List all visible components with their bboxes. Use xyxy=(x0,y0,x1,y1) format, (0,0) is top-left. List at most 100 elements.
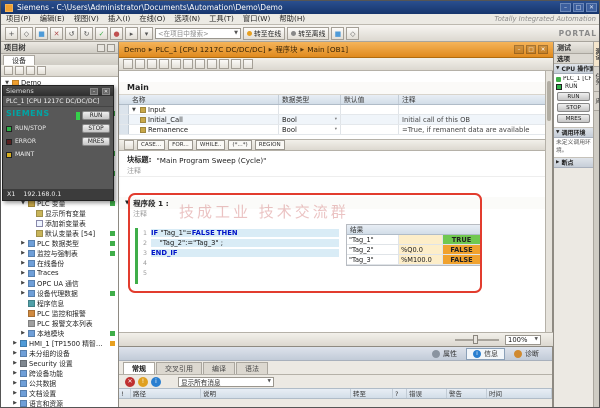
tab-devices[interactable]: 设备 xyxy=(3,55,35,65)
column-header-0[interactable]: 名称 xyxy=(129,95,279,104)
expand-icon[interactable]: ▶ xyxy=(20,330,26,336)
message-column-header-5[interactable]: 错误 xyxy=(407,389,447,398)
ladder-icon[interactable] xyxy=(147,59,157,69)
panel-minimize-icon[interactable]: – xyxy=(90,88,98,95)
open-project-icon[interactable] xyxy=(20,27,33,40)
cpu-stop-button[interactable]: STOP xyxy=(82,124,110,133)
tree-item[interactable]: 添加新变量表 xyxy=(1,218,118,228)
menu-item-8[interactable]: 帮助(H) xyxy=(279,14,305,24)
favorites-icon[interactable] xyxy=(195,59,205,69)
section-header-0[interactable]: ▼CPU 操作面板 xyxy=(554,64,593,74)
code-line[interactable]: 1IF "Tag_1"=FALSE THEN xyxy=(139,228,546,238)
message-filter-select[interactable]: 显示所有消息 ▼ xyxy=(178,377,274,387)
cpu-panel-title-bar[interactable]: Siemens – ✕ xyxy=(3,86,113,96)
expand-icon[interactable]: ▶ xyxy=(20,260,26,266)
cpu-operator-panel-window[interactable]: Siemens – ✕ PLC_1 [CPU 1217C DC/DC/DC] S… xyxy=(2,85,114,201)
cell-datatype[interactable]: Bool▾ xyxy=(279,125,341,134)
side-tab-0[interactable]: 测试 xyxy=(594,42,600,67)
download-icon[interactable] xyxy=(110,27,123,40)
expand-icon[interactable]: ▶ xyxy=(20,290,26,296)
tree-expand-all-icon[interactable] xyxy=(26,66,35,75)
cell-datatype[interactable] xyxy=(279,105,341,114)
block-comment-row[interactable]: 注释 xyxy=(119,166,546,177)
message-column-header-0[interactable]: ! xyxy=(119,389,131,398)
tree-item[interactable]: ▶监控与强制表 xyxy=(1,248,118,258)
tree-sort-icon[interactable] xyxy=(15,66,24,75)
tree-item[interactable]: ▶HMI_1 [TP1500 精智面板] xyxy=(1,338,118,348)
block-title-row[interactable]: 块标题: "Main Program Sweep (Cycle)" xyxy=(119,154,546,166)
breadcrumb-item-1[interactable]: PLC_1 [CPU 1217C DC/DC/DC] xyxy=(156,45,266,54)
scrollbar-thumb[interactable] xyxy=(547,81,551,121)
tree-refresh-icon[interactable] xyxy=(37,66,46,75)
interface-row[interactable]: Initial_CallBool▾Initial call of this OB xyxy=(119,115,546,125)
breadcrumb-item-2[interactable]: 程序块 xyxy=(275,45,297,55)
watch-row[interactable]: "Tag_1"TRUE xyxy=(347,235,480,245)
expand-icon[interactable]: ▶ xyxy=(20,280,26,286)
cell-comment[interactable] xyxy=(399,105,546,114)
collapse-network-icon[interactable]: ▼ xyxy=(125,200,129,206)
code-line[interactable]: 5 xyxy=(139,268,546,278)
column-header-2[interactable]: 默认值 xyxy=(341,95,399,104)
undo-icon[interactable] xyxy=(65,27,78,40)
expand-icon[interactable]: ▶ xyxy=(12,360,18,366)
diagnostics-icon[interactable] xyxy=(331,27,344,40)
expand-icon[interactable]: ▶ xyxy=(20,270,26,276)
menu-item-7[interactable]: 窗口(W) xyxy=(243,14,271,24)
editor-close-icon[interactable]: ✕ xyxy=(538,45,548,54)
menu-item-3[interactable]: 插入(I) xyxy=(108,14,130,24)
tree-item[interactable]: ▶设备代理数据 xyxy=(1,288,118,298)
monitor-glasses-icon[interactable] xyxy=(207,59,217,69)
project-search-input[interactable]: <在项目中搜索> ▼ xyxy=(155,28,241,39)
expand-icon[interactable]: ▶ xyxy=(20,240,26,246)
comment-toggle-icon[interactable] xyxy=(183,59,193,69)
cell-comment[interactable]: =True, if remanent data are available xyxy=(399,125,546,134)
pane-tab-2[interactable]: 诊断 xyxy=(507,348,546,360)
absolute-operands-icon[interactable] xyxy=(171,59,181,69)
menu-item-0[interactable]: 项目(P) xyxy=(6,14,31,24)
maximize-icon[interactable]: □ xyxy=(573,3,584,12)
download-block-icon[interactable] xyxy=(219,59,229,69)
close-icon[interactable]: ✕ xyxy=(586,3,597,12)
tree-item[interactable]: ▶在线备份 xyxy=(1,258,118,268)
start-cpu-icon[interactable] xyxy=(125,27,138,40)
watch-row[interactable]: "Tag_3"%M100.0FALSE xyxy=(347,255,480,265)
collapse-panel-icon[interactable] xyxy=(107,44,115,52)
inspector-tab-2[interactable]: 编译 xyxy=(203,362,235,374)
settings-icon[interactable] xyxy=(243,59,253,69)
message-column-header-6[interactable]: 警告 xyxy=(447,389,487,398)
menu-item-4[interactable]: 在线(O) xyxy=(139,14,165,24)
inspector-tab-1[interactable]: 交叉引用 xyxy=(156,362,202,374)
stop-cpu-icon[interactable] xyxy=(140,27,153,40)
code-line[interactable]: 2 "Tag_2":="Tag_3" ; xyxy=(139,238,546,248)
interface-row[interactable]: RemanenceBool▾=True, if remanent data ar… xyxy=(119,125,546,135)
cell-default[interactable] xyxy=(341,115,399,124)
snippet-chip-2[interactable]: WHILE.. xyxy=(196,140,226,150)
tree-item[interactable]: 默认变量表 [54] xyxy=(1,228,118,238)
column-header-3[interactable]: 注释 xyxy=(399,95,546,104)
tree-item[interactable]: ▶文档设置 xyxy=(1,388,118,398)
menu-item-2[interactable]: 视图(V) xyxy=(74,14,99,24)
section-header-2[interactable]: ▶断点 xyxy=(554,158,593,168)
side-tab-2[interactable]: 库 xyxy=(594,92,600,111)
cell-name[interactable]: ▼Input xyxy=(129,105,279,114)
pane-tab-1[interactable]: 信息 xyxy=(466,348,505,360)
zoom-select[interactable]: 100% ▼ xyxy=(505,335,541,345)
new-project-icon[interactable] xyxy=(5,27,18,40)
expand-icon[interactable]: ▶ xyxy=(12,380,18,386)
cpu-mres-mini-button[interactable]: MRES xyxy=(557,114,590,123)
tree-item[interactable]: 程序信息 xyxy=(1,298,118,308)
cpu-run-button[interactable]: RUN xyxy=(82,111,110,120)
insert-network-icon[interactable] xyxy=(123,59,133,69)
cut-icon[interactable] xyxy=(50,27,63,40)
cpu-stop-mini-button[interactable]: STOP xyxy=(557,103,590,112)
breadcrumb-item-3[interactable]: Main [OB1] xyxy=(307,45,348,54)
tree-item[interactable]: ▶本地模块 xyxy=(1,328,118,338)
network-comment-row[interactable]: 注释 xyxy=(119,209,546,220)
warning-filter-icon[interactable] xyxy=(138,377,148,387)
expand-icon[interactable]: ▶ xyxy=(12,370,18,376)
editor-maximize-icon[interactable]: □ xyxy=(526,45,536,54)
redo-icon[interactable] xyxy=(80,27,93,40)
tree-item[interactable]: ▶Security 设置 xyxy=(1,358,118,368)
menu-item-5[interactable]: 选项(N) xyxy=(174,14,200,24)
column-header-1[interactable]: 数据类型 xyxy=(279,95,341,104)
